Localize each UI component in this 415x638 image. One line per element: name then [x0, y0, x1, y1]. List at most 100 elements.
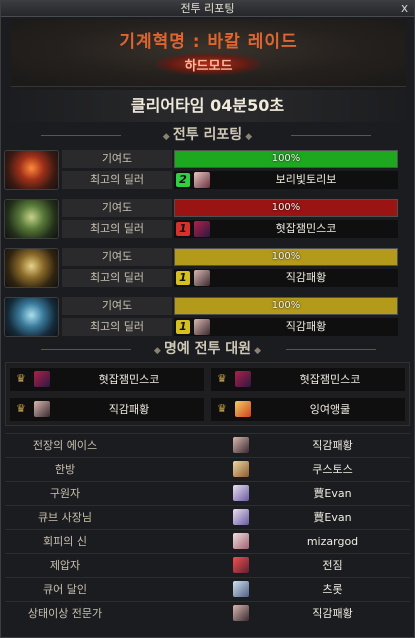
crown-icon: ♛: [217, 402, 227, 415]
player-avatar: [34, 401, 50, 417]
award-row: 전장의 에이스 직감패황: [5, 433, 410, 456]
player-avatar: [233, 509, 249, 525]
best-dealer-name: 직감패황: [285, 320, 327, 333]
award-title: 회피의 신: [43, 535, 87, 548]
contribution-bar: 100%: [174, 150, 398, 168]
player-avatar: [194, 319, 210, 335]
player-avatar: [34, 371, 50, 387]
window-title: 전투 리포팅: [180, 2, 235, 15]
award-title: 큐브 사장님: [37, 511, 93, 524]
raid-name: 기계혁명 : 바칼 레이드: [119, 32, 298, 52]
honor-panel: ♛ 혓잡잼민스코 ♛ 혓잡잼민스코 ♛ 직감패황 ♛ 잉여앵쿨: [5, 362, 410, 426]
contribution-bar: 100%: [174, 248, 398, 266]
player-avatar: [194, 221, 210, 237]
award-row: 회피의 신 mizargod: [5, 529, 410, 552]
boss-portrait-icon: [4, 248, 59, 288]
best-dealer-name: 혓잡잼민스코: [275, 222, 337, 235]
best-dealer-name: 직감패황: [285, 271, 327, 284]
award-title: 상태이상 전문가: [27, 607, 103, 620]
honor-member-1: ♛ 혓잡잼민스코: [10, 368, 204, 391]
best-dealer-cell: 1 혓잡잼민스코: [174, 220, 398, 238]
award-title: 큐어 달인: [43, 583, 87, 596]
contribution-bar: 100%: [174, 297, 398, 315]
honor-section-title: 명예 전투 대원: [163, 341, 252, 357]
contribution-label: 기여도: [62, 199, 172, 217]
honor-member-name: 혓잡잼민스코: [299, 373, 361, 386]
report-section-title: 전투 리포팅: [172, 127, 243, 143]
best-dealer-name: 보리빛토리보: [275, 173, 337, 186]
party-row-3: 기여도 100% 최고의 딜러 1 직감패황: [4, 247, 399, 290]
boss-portrait-icon: [4, 297, 59, 337]
player-avatar: [194, 172, 210, 188]
contribution-percent: 100%: [271, 153, 301, 164]
boss-portrait-icon: [4, 150, 59, 190]
best-dealer-label: 최고의 딜러: [62, 171, 172, 189]
honor-member-3: ♛ 직감패황: [10, 398, 204, 421]
honor-member-2: ♛ 혓잡잼민스코: [211, 368, 405, 391]
contribution-percent: 100%: [271, 251, 301, 262]
player-avatar: [233, 605, 249, 621]
award-title: 전장의 에이스: [32, 439, 98, 452]
party-row-1: 기여도 100% 최고의 딜러 2 보리빛토리보: [4, 149, 399, 192]
award-row: 상태이상 전문가 직감패황: [5, 601, 410, 624]
award-player: 전짐: [322, 559, 343, 572]
award-title: 한방: [54, 463, 76, 476]
award-title: 제압자: [49, 559, 81, 572]
best-dealer-cell: 2 보리빛토리보: [174, 171, 398, 189]
contribution-label: 기여도: [62, 297, 172, 315]
raid-header: 기계혁명 : 바칼 레이드 하드모드: [11, 19, 406, 87]
player-avatar: [233, 461, 249, 477]
player-avatar: [235, 371, 251, 387]
dealer-count-badge: 1: [176, 222, 190, 236]
award-player: 蕒Evan: [313, 511, 352, 524]
dealer-count-badge: 1: [176, 271, 190, 285]
honor-member-name: 잉여앵쿨: [309, 403, 351, 416]
award-row: 큐브 사장님 蕒Evan: [5, 505, 410, 528]
honor-member-name: 직감패황: [108, 403, 150, 416]
crown-icon: ♛: [16, 402, 26, 415]
clear-time: 클리어타임 04분50초: [1, 90, 414, 122]
award-player: 쿠스토스: [312, 463, 353, 476]
player-avatar: [194, 270, 210, 286]
award-player: 직감패황: [312, 439, 353, 452]
award-title: 구원자: [49, 487, 81, 500]
crown-icon: ♛: [217, 372, 227, 385]
dealer-count-badge: 1: [176, 320, 190, 334]
award-row: 제압자 전짐: [5, 553, 410, 576]
best-dealer-cell: 1 직감패황: [174, 269, 398, 287]
player-avatar: [233, 581, 249, 597]
title-bar[interactable]: 전투 리포팅 x: [1, 1, 414, 17]
contribution-label: 기여도: [62, 150, 172, 168]
party-row-4: 기여도 100% 최고의 딜러 1 직감패황: [4, 296, 399, 339]
raid-mode: 하드모드: [184, 59, 233, 74]
crown-icon: ♛: [16, 372, 26, 385]
contribution-percent: 100%: [271, 202, 301, 213]
player-avatar: [235, 401, 251, 417]
award-row: 한방 쿠스토스: [5, 457, 410, 480]
boss-portrait-icon: [4, 199, 59, 239]
battle-report-window: 전투 리포팅 x 기계혁명 : 바칼 레이드 하드모드 클리어타임 04분50초…: [0, 0, 415, 638]
best-dealer-label: 최고의 딜러: [62, 269, 172, 287]
best-dealer-cell: 1 직감패황: [174, 318, 398, 336]
dealer-count-badge: 2: [176, 173, 190, 187]
honor-section-header: ◆ 명예 전투 대원 ◆: [1, 339, 414, 359]
award-player: 츠롯: [322, 583, 343, 596]
honor-member-name: 혓잡잼민스코: [98, 373, 160, 386]
award-row: 큐어 달인 츠롯: [5, 577, 410, 600]
close-icon[interactable]: x: [398, 2, 411, 15]
award-player: mizargod: [306, 535, 359, 548]
player-avatar: [233, 533, 249, 549]
contribution-percent: 100%: [271, 300, 301, 311]
best-dealer-label: 최고의 딜러: [62, 220, 172, 238]
player-avatar: [233, 557, 249, 573]
award-player: 蕒Evan: [313, 487, 352, 500]
party-row-2: 기여도 100% 최고의 딜러 1 혓잡잼민스코: [4, 198, 399, 241]
contribution-label: 기여도: [62, 248, 172, 266]
report-section-header: ◆ 전투 리포팅 ◆: [1, 125, 414, 145]
player-avatar: [233, 437, 249, 453]
player-avatar: [233, 485, 249, 501]
award-player: 직감패황: [312, 607, 353, 620]
award-row: 구원자 蕒Evan: [5, 481, 410, 504]
honor-member-4: ♛ 잉여앵쿨: [211, 398, 405, 421]
best-dealer-label: 최고의 딜러: [62, 318, 172, 336]
